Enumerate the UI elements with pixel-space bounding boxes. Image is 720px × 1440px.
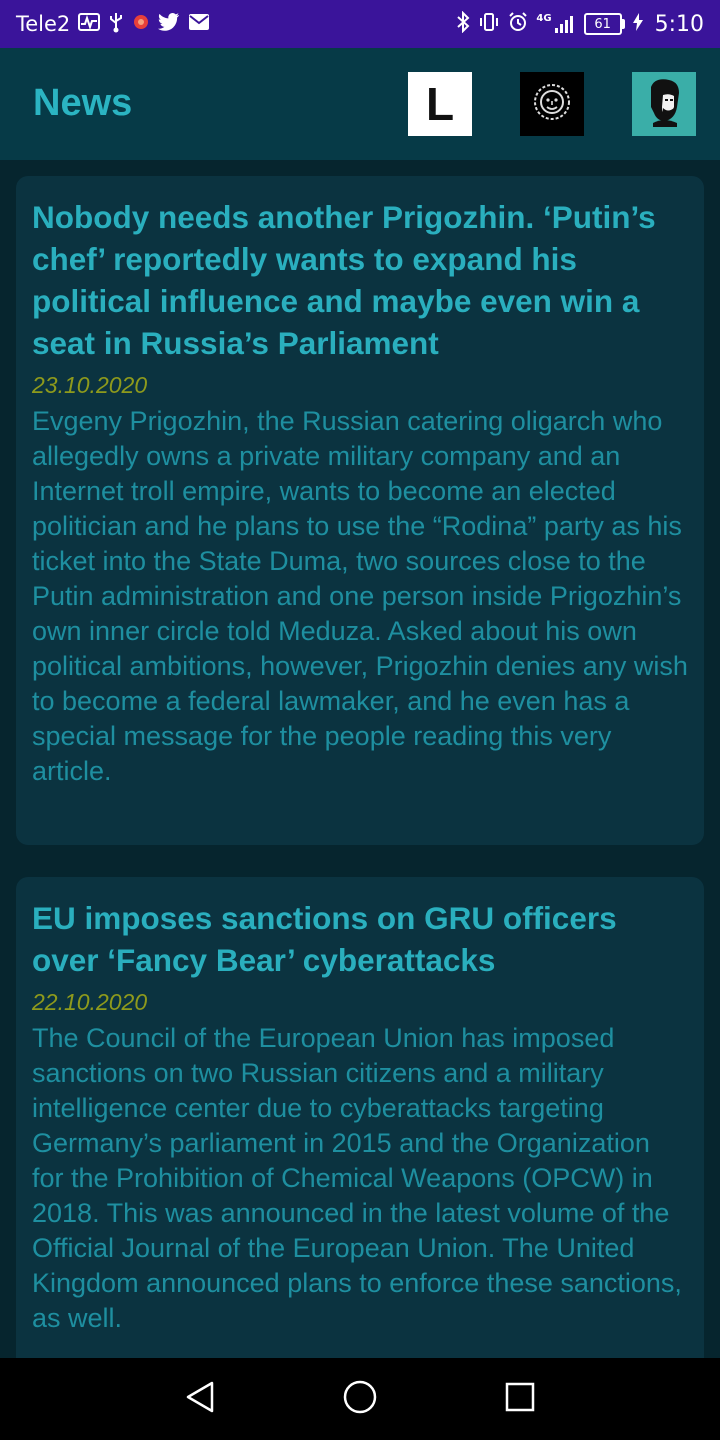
notification-dot-icon <box>132 13 150 35</box>
news-feed[interactable]: Nobody needs another Prigozhin. ‘Putin’s… <box>0 160 720 1358</box>
navigation-bar <box>0 1358 720 1440</box>
mail-icon <box>188 13 210 35</box>
bluetooth-icon <box>456 10 470 37</box>
twitter-icon <box>158 13 180 35</box>
news-card[interactable]: Nobody needs another Prigozhin. ‘Putin’s… <box>16 176 704 845</box>
portrait-icon <box>641 77 687 131</box>
article-title: Nobody needs another Prigozhin. ‘Putin’s… <box>32 199 656 361</box>
home-circle-icon <box>342 1379 378 1419</box>
article-title: EU imposes sanctions on GRU officers ove… <box>32 900 617 978</box>
status-right: 4G 61 5:10 <box>456 10 704 37</box>
app-bar: News L <box>0 48 720 160</box>
news-card[interactable]: EU imposes sanctions on GRU officers ove… <box>16 877 704 1358</box>
lion-icon <box>532 82 572 126</box>
back-triangle-icon <box>184 1380 216 1418</box>
back-button[interactable] <box>180 1379 220 1419</box>
source-l-label: L <box>425 78 455 130</box>
status-bar: Tele2 4G 61 5:10 <box>0 0 720 48</box>
battery-level: 61 <box>583 13 622 35</box>
article-date: 22.10.2020 <box>32 989 148 1015</box>
vibrate-icon <box>478 12 500 36</box>
carrier-name: Tele2 <box>16 12 71 36</box>
battery-icon: 61 <box>583 13 625 35</box>
page-title: News <box>33 82 133 124</box>
source-l-button[interactable]: L <box>408 72 472 136</box>
home-button[interactable] <box>340 1379 380 1419</box>
article-date: 23.10.2020 <box>32 372 148 398</box>
recents-button[interactable] <box>500 1379 540 1419</box>
recents-square-icon <box>504 1381 536 1417</box>
source-portrait-button[interactable] <box>632 72 696 136</box>
network-type: 4G <box>536 13 552 24</box>
clock: 5:10 <box>654 11 704 37</box>
signal-icon: 4G <box>536 14 575 34</box>
alarm-icon <box>508 12 528 36</box>
charging-icon <box>632 13 643 35</box>
article-summary: Evgeny Prigozhin, the Russian catering o… <box>32 406 688 786</box>
usb-icon <box>108 11 124 37</box>
status-left: Tele2 <box>16 11 210 37</box>
activity-icon <box>78 13 101 35</box>
article-summary: The Council of the European Union has im… <box>32 1023 682 1333</box>
battery-tip <box>621 19 625 29</box>
source-meduza-button[interactable] <box>520 72 584 136</box>
